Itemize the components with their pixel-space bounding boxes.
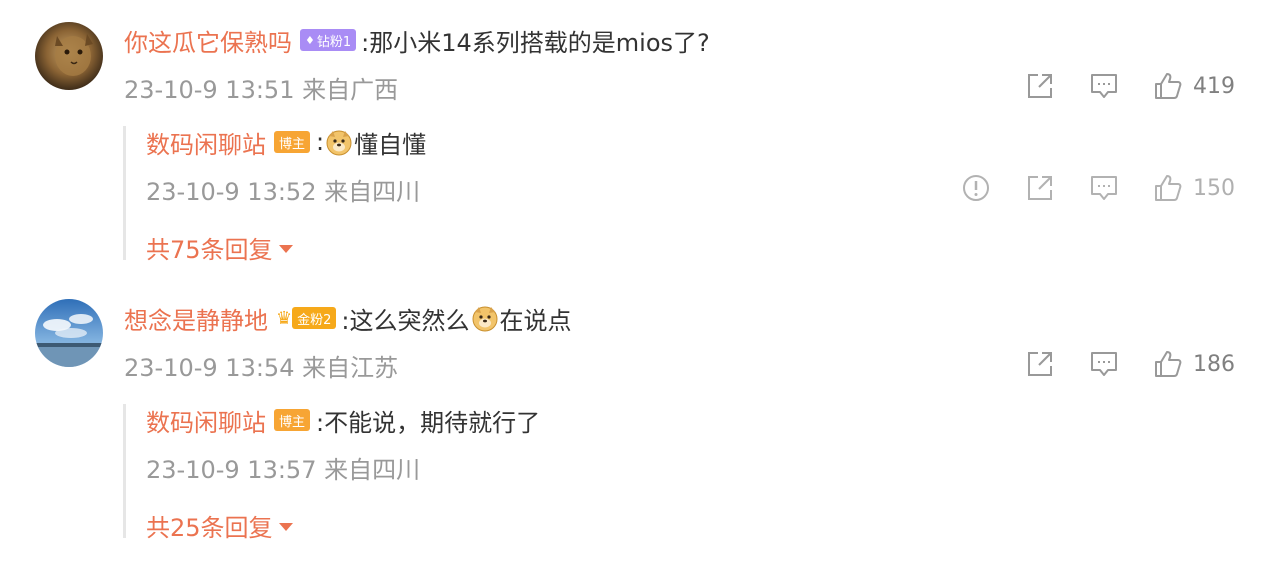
comment-icon [1091, 74, 1117, 98]
author-badge: 博主 [274, 409, 311, 431]
reply-header: 数码闲聊站 博主 :不能说，期待就行了 [146, 403, 541, 438]
comment-text: :那小米14系列搭载的是mios了? [361, 28, 710, 57]
comment-icon [1091, 352, 1117, 376]
reply-share-button[interactable] [1025, 173, 1055, 203]
author-badge: 博主 [274, 131, 311, 153]
reply-actions: 150 [961, 172, 1235, 204]
reply-like-button[interactable]: 150 [1153, 173, 1235, 203]
reply-meta: 23-10-9 13:57 来自四川 [146, 456, 421, 484]
share-icon [1028, 176, 1052, 200]
thumbs-up-icon [1155, 351, 1182, 377]
report-icon [963, 175, 989, 201]
comment-actions: 419 [1025, 70, 1235, 102]
like-button[interactable]: 186 [1153, 349, 1235, 379]
username[interactable]: 想念是静静地 [124, 301, 268, 336]
avatar[interactable] [35, 299, 103, 367]
reply-text-prefix: : [316, 128, 325, 156]
comment-icon [1091, 176, 1117, 200]
diamond-icon: ♦ [305, 33, 315, 47]
reply-reply-button[interactable] [1089, 173, 1119, 203]
reply-button[interactable] [1089, 349, 1119, 379]
share-button[interactable] [1025, 349, 1055, 379]
fan-badge-label: 钻粉1 [316, 34, 352, 50]
share-icon [1028, 352, 1052, 376]
comment-header: 想念是静静地 ♛ 金粉2 :这么突然么 在说点 [124, 301, 572, 336]
comment-meta: 23-10-9 13:51 来自广西 [124, 76, 399, 104]
reply-username[interactable]: 数码闲聊站 [146, 403, 266, 438]
more-replies-label: 共75条回复 [146, 236, 273, 264]
report-button[interactable] [961, 173, 991, 203]
fan-badge[interactable]: 金粉2 [292, 307, 337, 329]
doge-emoji-icon [472, 306, 498, 332]
reply-meta: 23-10-9 13:52 来自四川 [146, 178, 421, 206]
reply-thread: 数码闲聊站 博主 : 懂自懂 23-10-9 13:52 来自四川 共75条回复 [123, 126, 426, 264]
reply-text: :不能说，期待就行了 [316, 408, 541, 437]
more-replies-link[interactable]: 共25条回复 [146, 508, 293, 543]
reply-username[interactable]: 数码闲聊站 [146, 125, 266, 160]
reply-button[interactable] [1089, 71, 1119, 101]
thumbs-up-icon [1155, 175, 1182, 201]
comment-text: 在说点 [499, 306, 572, 335]
comment-meta: 23-10-9 13:54 来自江苏 [124, 354, 399, 382]
share-icon [1028, 74, 1052, 98]
caret-down-icon [278, 245, 293, 253]
caret-down-icon [278, 523, 293, 531]
more-replies-label: 共25条回复 [146, 514, 273, 542]
fan-badge[interactable]: ♦ 钻粉1 [300, 29, 357, 51]
crown-icon: ♛ [276, 307, 293, 329]
username[interactable]: 你这瓜它保熟吗 [124, 23, 292, 58]
like-count: 419 [1193, 73, 1235, 99]
comment-actions: 186 [1025, 348, 1235, 380]
avatar[interactable] [35, 22, 103, 90]
reply-like-count: 150 [1193, 175, 1235, 201]
thumbs-up-icon [1155, 73, 1182, 99]
like-count: 186 [1193, 351, 1235, 377]
doge-emoji-icon [326, 130, 352, 156]
reply-thread: 数码闲聊站 博主 :不能说，期待就行了 23-10-9 13:57 来自四川 共… [123, 404, 540, 542]
share-button[interactable] [1025, 71, 1055, 101]
like-button[interactable]: 419 [1153, 71, 1235, 101]
comment-header: 你这瓜它保熟吗 ♦ 钻粉1 :那小米14系列搭载的是mios了? [124, 23, 710, 58]
reply-text: 懂自懂 [354, 130, 427, 159]
reply-header: 数码闲聊站 博主 : 懂自懂 [146, 125, 427, 160]
more-replies-link[interactable]: 共75条回复 [146, 230, 293, 265]
comment-text-prefix: :这么突然么 [341, 306, 470, 335]
